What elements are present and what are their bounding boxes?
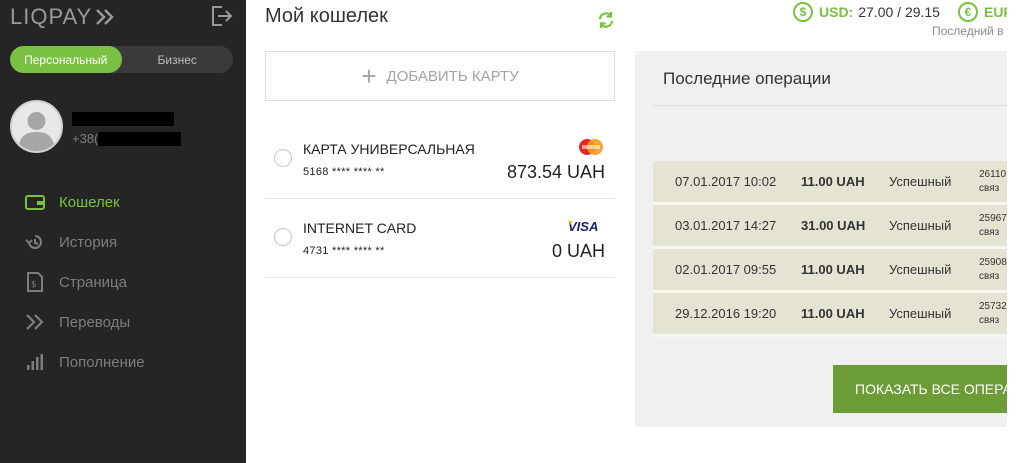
wallet-icon	[24, 191, 46, 213]
operation-id-number: 25908	[979, 256, 1007, 268]
operation-amount: 11.00 UAH	[801, 174, 865, 189]
divider	[653, 105, 1007, 106]
currency-rates: $ USD: 27.00 / 29.15 € EUR	[793, 0, 1019, 24]
sidebar-item-label: Кошелек	[59, 193, 120, 211]
sidebar-item-label: Пополнение	[59, 353, 145, 371]
user-profile: +38(	[10, 100, 236, 155]
card-radio[interactable]	[274, 149, 292, 167]
double-chevron-icon	[95, 8, 115, 26]
sidebar-item-label: Переводы	[59, 313, 131, 331]
transfers-icon	[24, 311, 46, 333]
liqpay-logo[interactable]: LIQPAY	[10, 4, 115, 30]
add-card-button[interactable]: + ДОБАВИТЬ КАРТУ	[265, 51, 615, 101]
operation-id-note: связ	[979, 270, 1000, 282]
sidebar-item-page[interactable]: $ Страница	[0, 262, 246, 302]
operation-status: Успешный	[889, 174, 952, 189]
user-phone: +38(	[72, 131, 182, 146]
sidebar-item-transfers[interactable]: Переводы	[0, 302, 246, 342]
rates-update-note: Последний в	[932, 24, 1004, 38]
business-account-tab[interactable]: Бизнес	[122, 46, 234, 73]
operation-id-note: связ	[979, 226, 1000, 238]
operation-amount: 11.00 UAH	[801, 306, 865, 321]
add-card-label: ДОБАВИТЬ КАРТУ	[386, 67, 519, 85]
sidebar-item-history[interactable]: История	[0, 222, 246, 262]
usd-code: USD:	[819, 4, 854, 20]
history-icon	[24, 231, 46, 253]
operation-status: Успешный	[889, 262, 952, 277]
card-name: INTERNET CARD	[303, 220, 417, 236]
page-icon: $	[24, 271, 46, 293]
card-number: 5168 **** **** **	[303, 166, 385, 178]
card-balance: 0 UAH	[551, 241, 605, 261]
operation-row[interactable]: 02.01.2017 09:55 11.00 UAH Успешный 2590…	[653, 249, 1007, 293]
page-title: Мой кошелек	[265, 5, 388, 27]
operation-id: 25967 связ	[979, 205, 1007, 246]
operation-id-note: связ	[979, 314, 1000, 326]
sidebar-item-label: История	[59, 233, 118, 251]
operation-id: 25732 связ	[979, 293, 1007, 334]
operation-id-number: 26110	[979, 168, 1007, 180]
operation-date: 03.01.2017 14:27	[675, 218, 777, 233]
topup-icon	[24, 351, 46, 373]
operation-date: 02.01.2017 09:55	[675, 262, 777, 277]
sidebar-item-wallet[interactable]: Кошелек	[0, 182, 246, 222]
recent-operations-panel: Последние операции 07.01.2017 10:02 11.0…	[635, 51, 1007, 427]
page-edge	[1007, 0, 1021, 463]
operation-row[interactable]: 07.01.2017 10:02 11.00 UAH Успешный 2611…	[653, 161, 1007, 205]
personal-account-tab[interactable]: Персональный	[10, 46, 122, 73]
operation-status: Успешный	[889, 218, 952, 233]
sidebar-item-topup[interactable]: Пополнение	[0, 342, 246, 382]
mastercard-logo-icon	[577, 138, 605, 161]
euro-icon: €	[957, 2, 978, 22]
card-radio[interactable]	[274, 228, 292, 246]
avatar[interactable]	[10, 100, 63, 153]
operation-id-number: 25732	[979, 300, 1007, 312]
card-item[interactable]: КАРТА УНИВЕРСАЛЬНАЯ 5168 **** **** ** 87…	[265, 121, 615, 199]
operation-id-number: 25967	[979, 212, 1007, 224]
operations-list: 07.01.2017 10:02 11.00 UAH Успешный 2611…	[653, 161, 1007, 337]
recent-operations-title: Последние операции	[663, 69, 831, 88]
dollar-icon: $	[793, 2, 813, 22]
phone-prefix: +38(	[72, 131, 99, 146]
sidebar-nav: Кошелек История $ Страница Переводы Попо…	[0, 182, 246, 382]
operation-amount: 11.00 UAH	[801, 262, 865, 277]
operation-row[interactable]: 29.12.2016 19:20 11.00 UAH Успешный 2573…	[653, 293, 1007, 337]
usd-rate: 27.00 / 29.15	[858, 4, 940, 20]
logo-text: LIQPAY	[10, 4, 93, 29]
account-type-switcher: Персональный Бизнес	[10, 46, 233, 73]
visa-logo-icon: VISA	[567, 219, 605, 238]
operation-row[interactable]: 03.01.2017 14:27 31.00 UAH Успешный 2596…	[653, 205, 1007, 249]
operation-id-note: связ	[979, 182, 1000, 194]
refresh-icon[interactable]	[596, 10, 616, 30]
card-number: 4731 **** **** **	[303, 245, 385, 257]
operation-date: 07.01.2017 10:02	[675, 174, 777, 189]
card-name: КАРТА УНИВЕРСАЛЬНАЯ	[303, 141, 475, 157]
operation-id: 25908 связ	[979, 249, 1007, 290]
operation-status: Успешный	[889, 306, 952, 321]
operation-date: 29.12.2016 19:20	[675, 306, 777, 321]
show-all-operations-button[interactable]: ПОКАЗАТЬ ВСЕ ОПЕРА	[833, 365, 1007, 413]
operation-amount: 31.00 UAH	[801, 218, 866, 233]
plus-icon: +	[361, 61, 377, 91]
sidebar: LIQPAY Персональный Бизнес +38(Кошелек …	[0, 0, 246, 463]
operation-id: 26110 связ	[979, 161, 1006, 202]
svg-text:VISA: VISA	[568, 219, 598, 233]
user-name-redacted	[72, 112, 174, 126]
phone-redacted	[98, 131, 182, 146]
card-balance: 873.54 UAH	[506, 162, 605, 182]
logout-icon[interactable]	[210, 5, 234, 27]
svg-text:$: $	[31, 280, 37, 290]
sidebar-item-label: Страница	[59, 273, 127, 291]
card-item[interactable]: INTERNET CARD 4731 **** **** ** VISA 0 U…	[265, 200, 615, 278]
